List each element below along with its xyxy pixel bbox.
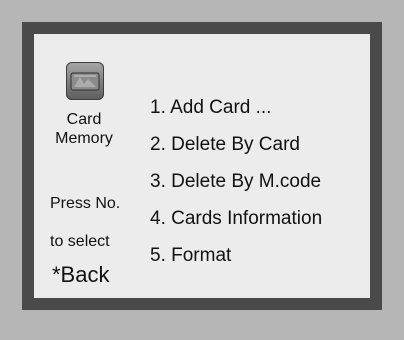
menu-item-delete-by-mcode[interactable]: 3. Delete By M.code [150, 172, 322, 191]
hint-line-2: to select [50, 233, 110, 250]
select-hint: Press No. to select [50, 175, 120, 270]
title-line-2: Memory [55, 130, 113, 147]
back-option[interactable]: *Back [52, 262, 109, 288]
menu-item-format[interactable]: 5. Format [150, 246, 322, 265]
menu-item-add-card[interactable]: 1. Add Card ... [150, 98, 322, 117]
card-menu: 1. Add Card ... 2. Delete By Card 3. Del… [150, 98, 322, 283]
card-memory-label: Card Memory [34, 110, 134, 148]
screen-frame: Card Memory Press No. to select *Back 1.… [22, 22, 382, 310]
title-line-1: Card [66, 111, 102, 128]
hint-line-1: Press No. [50, 195, 121, 212]
menu-item-delete-by-card[interactable]: 2. Delete By Card [150, 135, 322, 154]
left-info-column: Card Memory Press No. to select *Back [34, 34, 134, 298]
device-panel: Card Memory Press No. to select *Back 1.… [0, 0, 404, 340]
lcd-screen: Card Memory Press No. to select *Back 1.… [34, 34, 370, 298]
card-memory-icon [66, 62, 104, 100]
menu-item-cards-information[interactable]: 4. Cards Information [150, 209, 322, 228]
